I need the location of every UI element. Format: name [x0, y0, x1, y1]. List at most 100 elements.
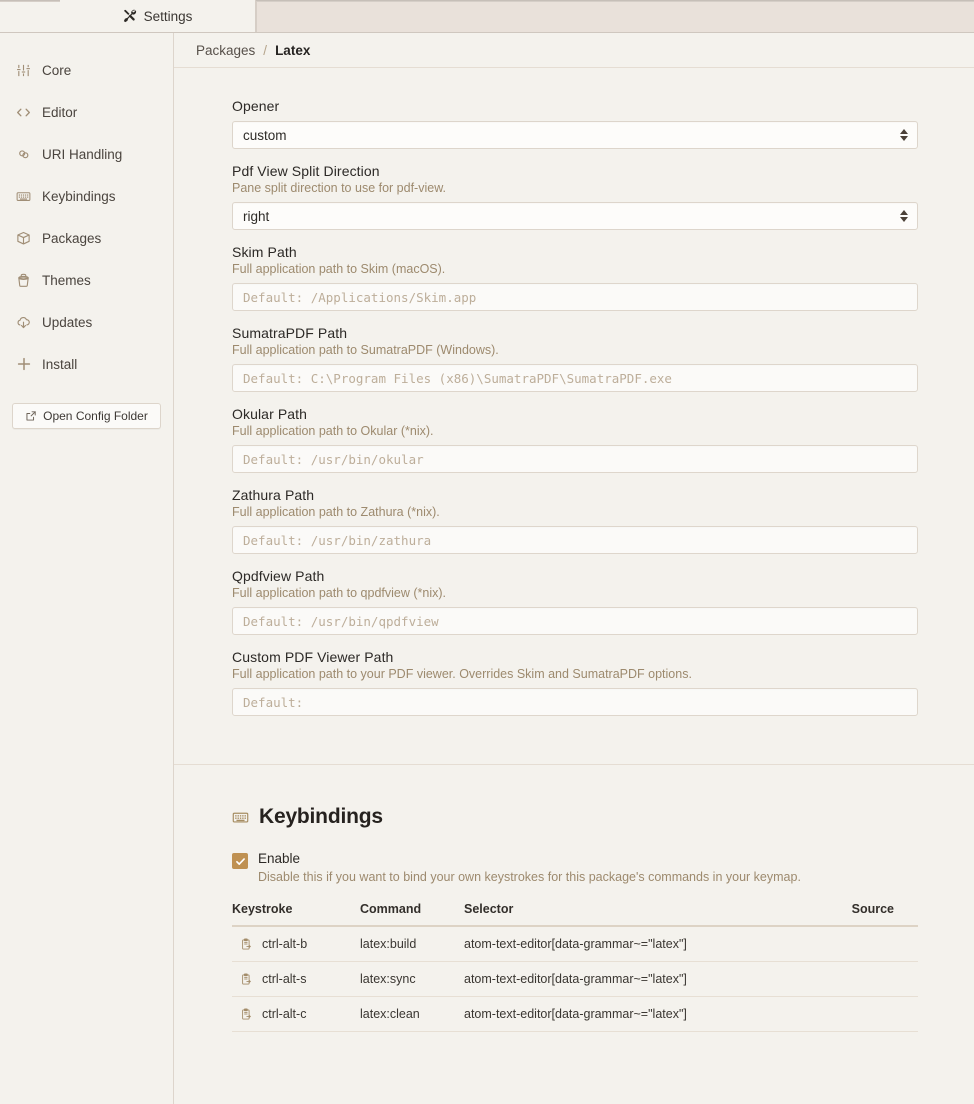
- setting-okular-path: Okular Path Full application path to Oku…: [232, 406, 918, 473]
- sidebar-item-label: URI Handling: [42, 146, 123, 162]
- open-config-folder-label: Open Config Folder: [43, 409, 148, 423]
- table-row[interactable]: ctrl-alt-s latex:sync atom-text-editor[d…: [232, 961, 918, 997]
- tab-settings-label: Settings: [143, 8, 193, 24]
- breadcrumb-packages[interactable]: Packages: [196, 43, 255, 58]
- sidebar-item-keybindings[interactable]: Keybindings: [0, 175, 173, 217]
- setting-description: Pane split direction to use for pdf-view…: [232, 181, 447, 195]
- setting-pdf-view-split-direction: Pdf View Split Direction Pane split dire…: [232, 163, 918, 230]
- table-header-row: Keystroke Command Selector Source: [232, 902, 918, 927]
- sidebar-item-updates[interactable]: Updates: [0, 301, 173, 343]
- keystroke-cell: ctrl-alt-b: [232, 926, 360, 962]
- stepper-icon: [900, 129, 908, 141]
- sidebar-item-label: Packages: [42, 230, 102, 246]
- setting-zathura-path: Zathura Path Full application path to Za…: [232, 487, 918, 554]
- tab-bar: Settings: [0, 0, 974, 33]
- stepper-icon: [900, 210, 908, 222]
- keystroke-text: ctrl-alt-c: [262, 1007, 307, 1021]
- setting-description: Full application path to SumatraPDF (Win…: [232, 343, 499, 357]
- package-settings-list: Opener custom Pdf View Split Direction P…: [174, 68, 974, 764]
- external-link-icon: [25, 410, 37, 422]
- sidebar-item-label: Updates: [42, 314, 93, 330]
- keybindings-section: Keybindings Enable Disable this if you w…: [174, 765, 974, 1032]
- sumatrapdf-path-input[interactable]: Default: C:\Program Files (x86)\SumatraP…: [232, 364, 918, 392]
- zathura-path-input[interactable]: Default: /usr/bin/zathura: [232, 526, 918, 554]
- setting-title: Custom PDF Viewer Path: [232, 649, 394, 665]
- setting-title: Zathura Path: [232, 487, 315, 503]
- keyboard-icon: [15, 188, 32, 205]
- setting-description: Full application path to qpdfview (*nix)…: [232, 586, 447, 600]
- column-header-source: Source: [786, 902, 918, 927]
- package-icon: [15, 230, 32, 247]
- enable-checkbox[interactable]: [232, 853, 248, 869]
- plus-icon: [15, 356, 32, 373]
- settings-scroll-area[interactable]: Opener custom Pdf View Split Direction P…: [174, 68, 974, 1104]
- sidebar-item-label: Editor: [42, 104, 78, 120]
- paintbucket-icon: [15, 272, 32, 289]
- link-icon: [15, 146, 32, 163]
- command-cell: latex:clean: [360, 996, 464, 1032]
- tab-bar-empty-area: [256, 0, 974, 32]
- setting-skim-path: Skim Path Full application path to Skim …: [232, 244, 918, 311]
- setting-sumatrapdf-path: SumatraPDF Path Full application path to…: [232, 325, 918, 392]
- pdf-view-split-direction-value: right: [243, 208, 270, 224]
- sliders-icon: [15, 62, 32, 79]
- selector-cell: atom-text-editor[data-grammar~="latex"]: [464, 996, 786, 1032]
- setting-title: SumatraPDF Path: [232, 325, 348, 341]
- sidebar-item-core[interactable]: Core: [0, 49, 173, 91]
- keybindings-table: Keystroke Command Selector Source ctrl-a…: [232, 902, 918, 1032]
- sidebar-item-label: Themes: [42, 272, 91, 288]
- sidebar-item-themes[interactable]: Themes: [0, 259, 173, 301]
- command-cell: latex:sync: [360, 961, 464, 997]
- copy-icon[interactable]: [240, 1007, 253, 1021]
- cloud-download-icon: [15, 314, 32, 331]
- tab-settings[interactable]: Settings: [60, 0, 256, 32]
- source-cell: [786, 961, 918, 997]
- copy-icon[interactable]: [240, 937, 253, 951]
- table-row[interactable]: ctrl-alt-c latex:clean atom-text-editor[…: [232, 996, 918, 1032]
- tools-icon: [123, 9, 137, 23]
- pdf-view-split-direction-select[interactable]: right: [232, 202, 918, 230]
- keystroke-text: ctrl-alt-b: [262, 937, 308, 951]
- setting-description: Full application path to your PDF viewer…: [232, 667, 692, 681]
- open-config-folder-button[interactable]: Open Config Folder: [12, 403, 161, 429]
- column-header-selector: Selector: [464, 902, 786, 927]
- sidebar-item-uri-handling[interactable]: URI Handling: [0, 133, 173, 175]
- setting-title: Pdf View Split Direction: [232, 163, 380, 179]
- sidebar-item-label: Keybindings: [42, 188, 116, 204]
- copy-icon[interactable]: [240, 972, 253, 986]
- sidebar-item-editor[interactable]: Editor: [0, 91, 173, 133]
- selector-cell: atom-text-editor[data-grammar~="latex"]: [464, 926, 786, 962]
- command-cell: latex:build: [360, 926, 464, 962]
- main-panel: Packages / Latex Opener custom Pdf View …: [174, 33, 974, 1104]
- setting-title: Qpdfview Path: [232, 568, 325, 584]
- source-cell: [786, 996, 918, 1032]
- opener-select-value: custom: [243, 127, 287, 143]
- setting-description: Full application path to Okular (*nix).: [232, 424, 434, 438]
- keystroke-cell: ctrl-alt-c: [232, 996, 360, 1032]
- setting-title: Opener: [232, 98, 280, 114]
- breadcrumb-latex: Latex: [275, 42, 311, 58]
- breadcrumb-separator: /: [263, 42, 268, 58]
- setting-opener: Opener custom: [232, 98, 918, 149]
- sidebar-item-packages[interactable]: Packages: [0, 217, 173, 259]
- custom-pdf-viewer-path-input[interactable]: Default:: [232, 688, 918, 716]
- opener-select[interactable]: custom: [232, 121, 918, 149]
- skim-path-input[interactable]: Default: /Applications/Skim.app: [232, 283, 918, 311]
- sidebar-item-label: Install: [42, 356, 78, 372]
- sidebar-item-label: Core: [42, 62, 72, 78]
- keyboard-icon: [232, 809, 249, 826]
- okular-path-input[interactable]: Default: /usr/bin/okular: [232, 445, 918, 473]
- enable-label: Enable: [258, 851, 301, 866]
- table-row[interactable]: ctrl-alt-b latex:build atom-text-editor[…: [232, 926, 918, 962]
- tab-bar-left-spacer: [0, 0, 60, 32]
- settings-sidebar: Core Editor URI Handling Keybindings Pac…: [0, 33, 174, 1104]
- setting-title: Skim Path: [232, 244, 297, 260]
- qpdfview-path-input[interactable]: Default: /usr/bin/qpdfview: [232, 607, 918, 635]
- breadcrumb: Packages / Latex: [174, 33, 974, 68]
- source-cell: [786, 926, 918, 962]
- setting-custom-pdf-viewer-path: Custom PDF Viewer Path Full application …: [232, 649, 918, 716]
- setting-description: Full application path to Zathura (*nix).: [232, 505, 440, 519]
- code-icon: [15, 104, 32, 121]
- keybindings-heading: Keybindings: [232, 805, 918, 829]
- sidebar-item-install[interactable]: Install: [0, 343, 173, 385]
